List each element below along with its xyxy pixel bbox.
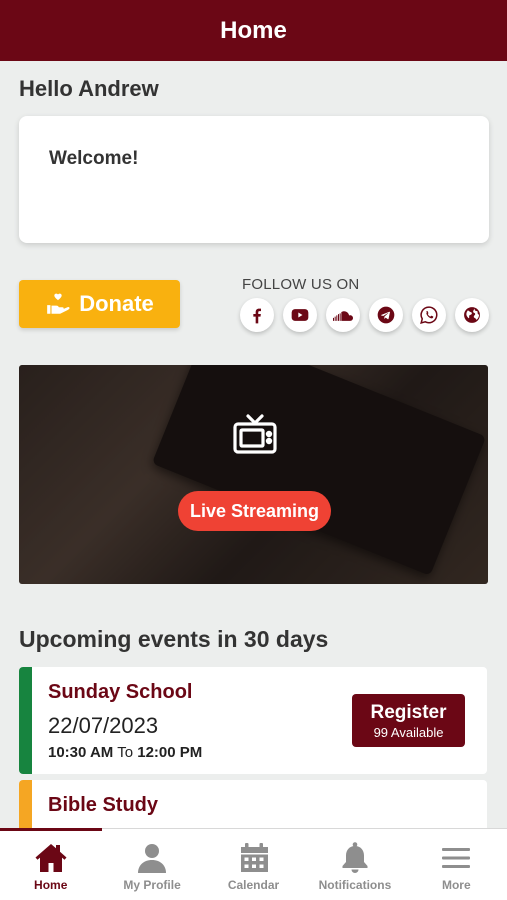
event-date: 22/07/2023 (48, 713, 159, 738)
follow-us-label: FOLLOW US ON (242, 276, 360, 293)
event-title: Sunday School (48, 681, 193, 703)
register-label: Register (370, 701, 447, 723)
tab-calendar[interactable]: Calendar (203, 829, 304, 900)
tab-notifications[interactable]: Notifications (304, 829, 405, 900)
tab-more[interactable]: More (406, 829, 507, 900)
tab-my-profile[interactable]: My Profile (101, 829, 202, 900)
donate-hand-icon (47, 293, 70, 314)
tab-label: Calendar (227, 878, 280, 892)
globe-icon (464, 307, 480, 323)
page-title: Home (220, 16, 287, 44)
event-time-separator: To (117, 744, 134, 761)
donate-label: Donate (79, 291, 154, 316)
welcome-text: Welcome! (49, 148, 139, 169)
facebook-button[interactable] (240, 298, 274, 332)
social-links (240, 298, 489, 332)
tab-label: Home (34, 878, 68, 892)
youtube-icon (291, 309, 309, 321)
tab-label: My Profile (123, 878, 181, 892)
tv-icon (233, 414, 277, 454)
website-button[interactable] (455, 298, 489, 332)
tab-label: More (441, 878, 471, 892)
calendar-icon (240, 843, 268, 872)
app-header: Home (0, 0, 507, 61)
event-end-time: 12:00 PM (137, 744, 203, 761)
tab-label: Notifications (318, 878, 392, 892)
youtube-button[interactable] (283, 298, 317, 332)
live-streaming-button[interactable]: Live Streaming (178, 491, 331, 531)
menu-icon (442, 848, 471, 868)
live-streaming-banner[interactable]: Live Streaming (19, 365, 488, 584)
event-start-time: 10:30 AM (48, 744, 114, 761)
person-icon (138, 844, 167, 873)
event-title: Bible Study (48, 794, 159, 816)
donate-button[interactable]: Donate (19, 280, 180, 328)
soundcloud-button[interactable] (326, 298, 360, 332)
telegram-icon (377, 306, 395, 324)
facebook-icon (253, 308, 261, 324)
bottom-tab-bar: Home My Profile Calendar Notifications M… (0, 828, 507, 900)
events-section-title: Upcoming events in 30 days (19, 626, 329, 652)
event-card[interactable]: Sunday School 22/07/2023 10:30 AM To 12:… (19, 667, 487, 774)
bell-icon (342, 842, 368, 873)
soundcloud-icon (333, 311, 353, 321)
welcome-card: Welcome! (19, 116, 489, 243)
home-icon (35, 844, 67, 872)
availability-count: 99 Available (373, 724, 444, 740)
telegram-button[interactable] (369, 298, 403, 332)
tab-home[interactable]: Home (0, 828, 103, 900)
whatsapp-icon (420, 306, 438, 324)
greeting-text: Hello Andrew (19, 76, 159, 101)
register-button[interactable]: Register 99 Available (352, 694, 465, 747)
whatsapp-button[interactable] (412, 298, 446, 332)
event-time: 10:30 AM To 12:00 PM (48, 744, 202, 761)
event-accent-bar (19, 667, 32, 774)
image-overlay (19, 365, 488, 584)
